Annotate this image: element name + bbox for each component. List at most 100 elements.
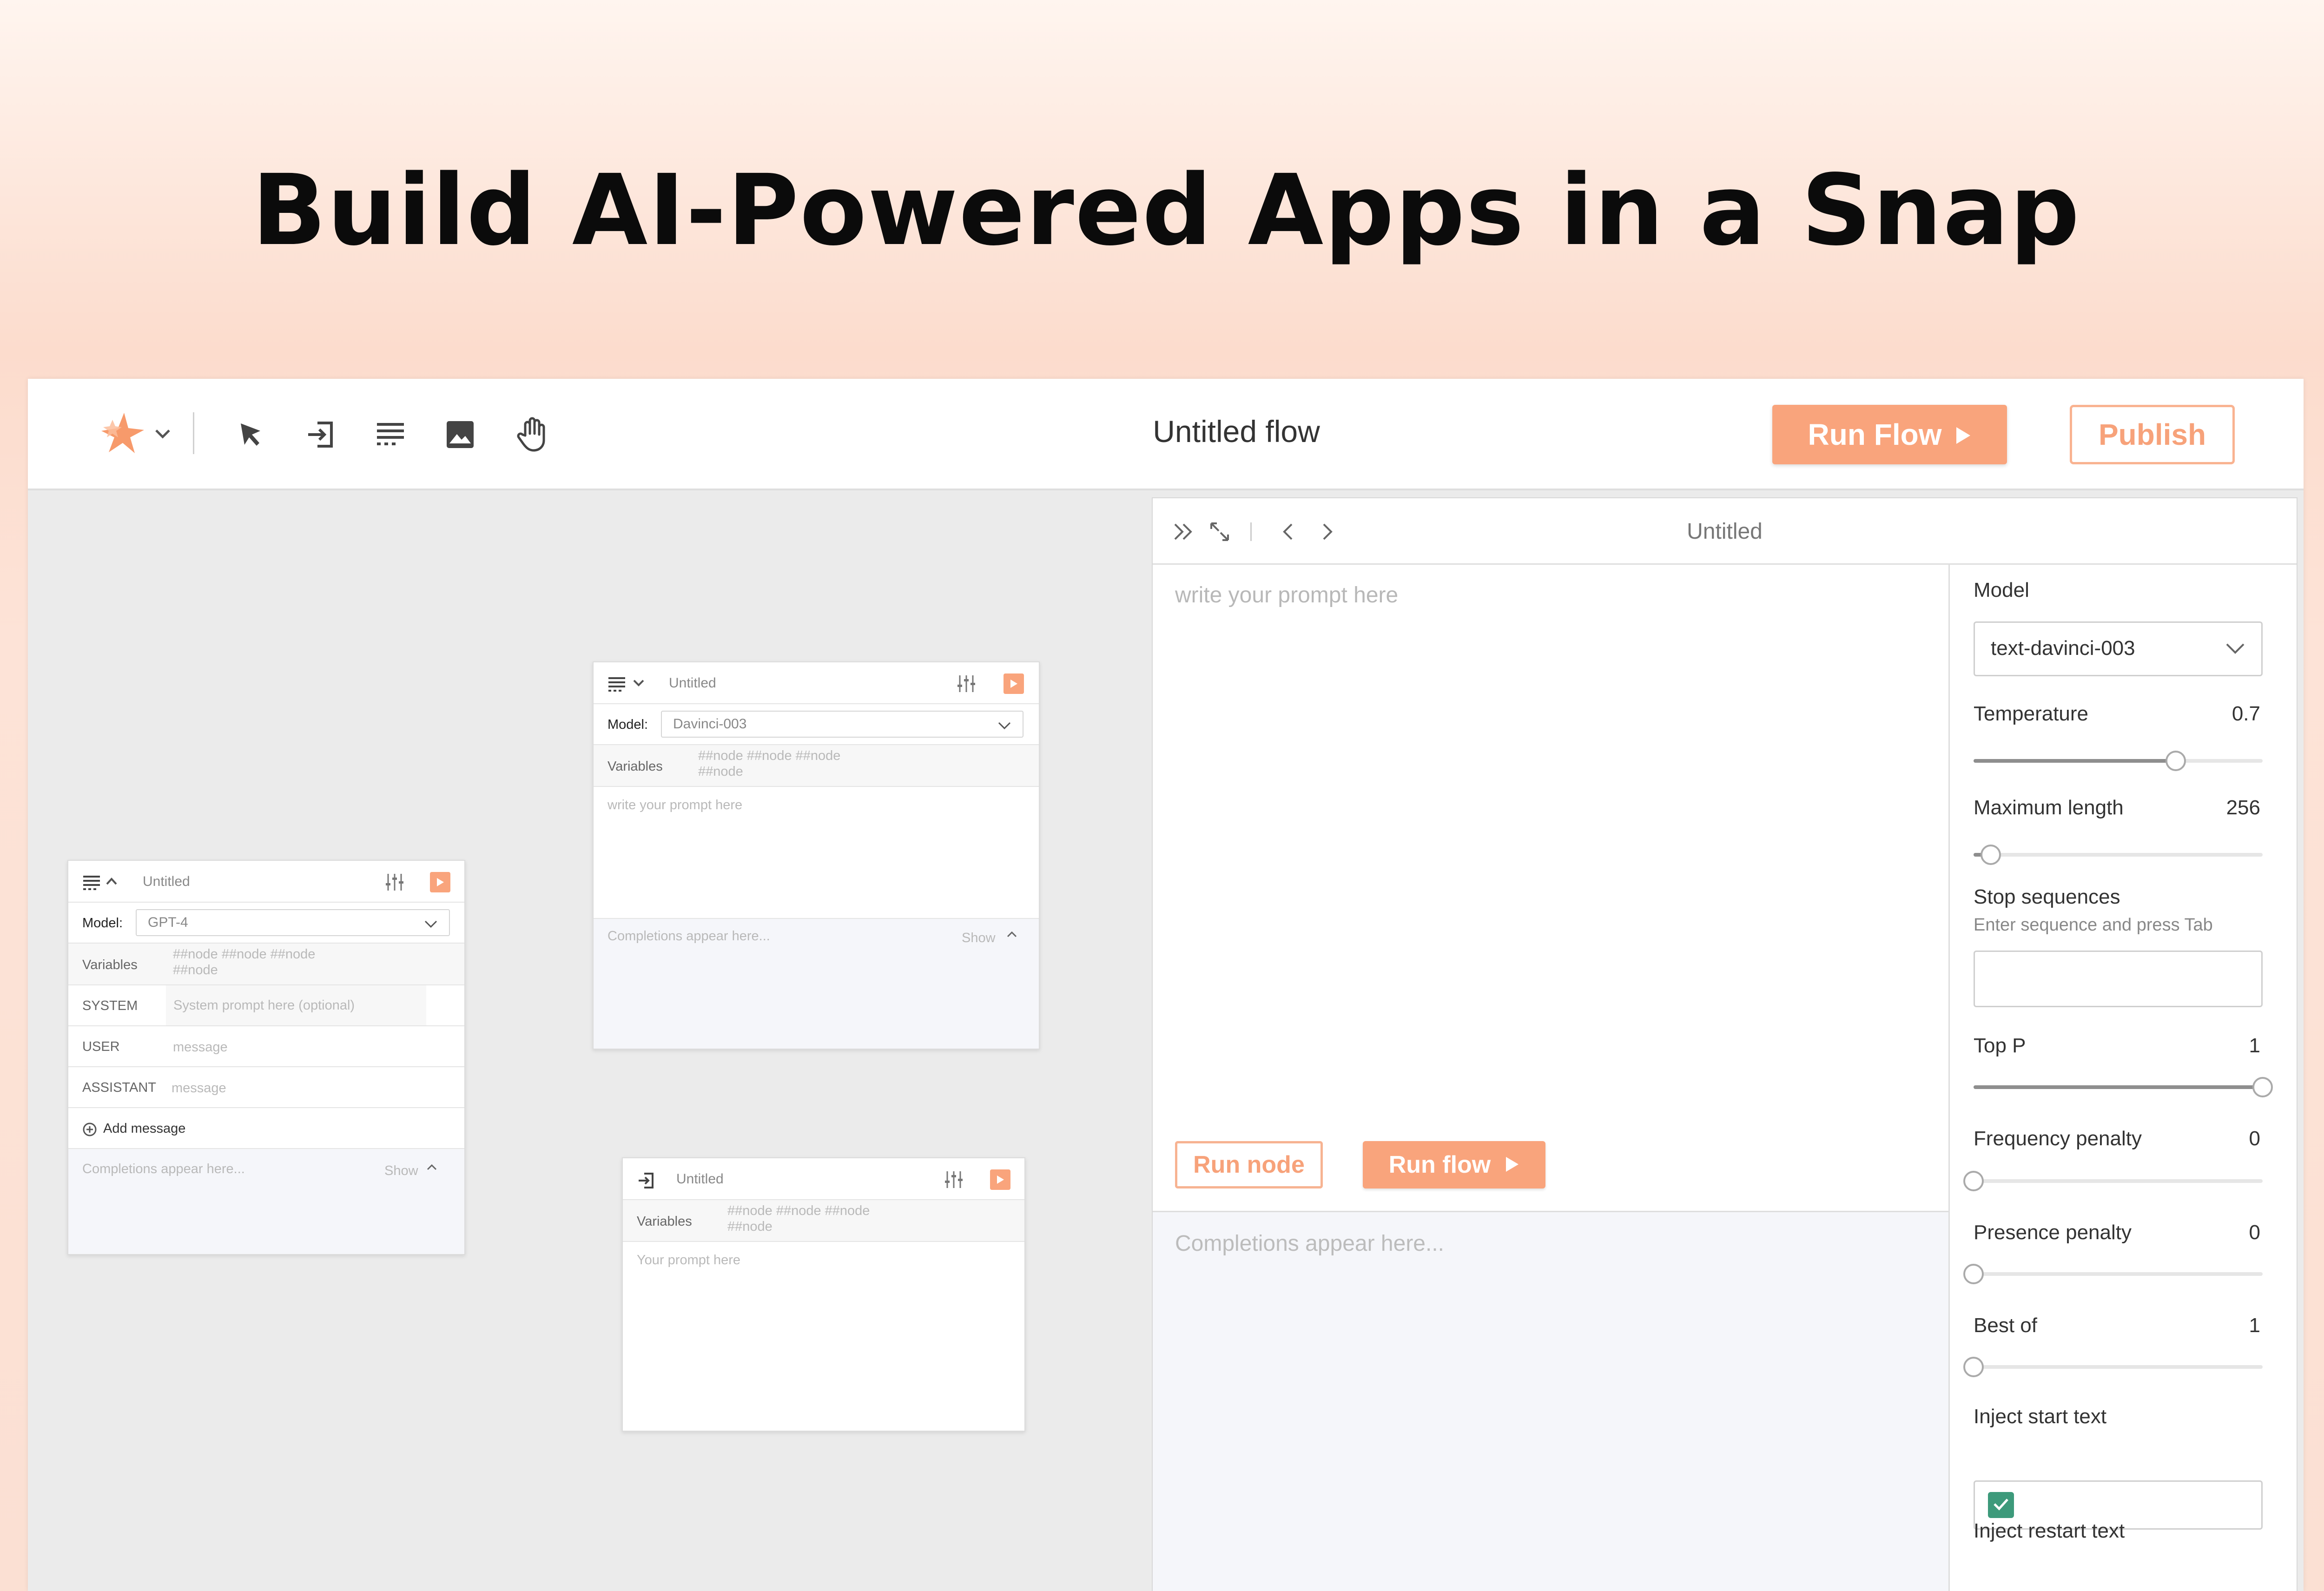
presence-penalty-label: Presence penalty <box>1974 1221 2132 1244</box>
completion-node-title[interactable]: Untitled <box>669 675 716 691</box>
prompt-placeholder: write your prompt here <box>607 798 743 812</box>
toolbar-separator <box>193 412 194 454</box>
temperature-slider-thumb[interactable] <box>2166 751 2186 771</box>
frequency-penalty-slider[interactable] <box>1963 1171 2263 1191</box>
run-node-play-icon[interactable] <box>1004 673 1024 694</box>
temperature-value[interactable]: 0.7 <box>2232 702 2260 726</box>
sliders-icon[interactable] <box>384 872 405 895</box>
chevron-down-icon[interactable] <box>633 678 645 690</box>
variables-row: Variables ##node ##node ##node ##node <box>623 1200 1024 1242</box>
app-window: Untitled flow Run Flow Publish Untitled … <box>28 379 2304 1591</box>
presence-penalty-value[interactable]: 0 <box>2249 1221 2260 1244</box>
assistant-label: ASSISTANT <box>82 1080 156 1095</box>
inject-restart-label: Inject restart text <box>1974 1519 2125 1542</box>
best-of-label: Best of <box>1974 1314 2037 1337</box>
system-row: SYSTEM System prompt here (optional) <box>68 985 464 1026</box>
max-length-value[interactable]: 256 <box>2226 796 2260 819</box>
variables-row: Variables ##node ##node ##node ##node <box>594 745 1039 787</box>
variables-placeholder-2[interactable]: ##node <box>727 1219 772 1235</box>
cursor-icon[interactable] <box>232 416 270 453</box>
chevron-down-icon <box>997 719 1011 735</box>
top-p-slider-thumb[interactable] <box>2252 1077 2273 1097</box>
completions-placeholder: Completions appear here... <box>82 1162 245 1176</box>
best-of-slider[interactable] <box>1963 1357 2263 1377</box>
max-length-slider[interactable] <box>1974 845 2263 865</box>
completion-node-header[interactable]: Untitled <box>594 662 1039 704</box>
completions-area: Completions appear here... <box>1153 1211 1950 1591</box>
add-message-row[interactable]: Add message <box>68 1108 464 1149</box>
chevron-up-icon[interactable] <box>1006 930 1017 941</box>
chat-node-header[interactable]: Untitled <box>68 861 464 903</box>
model-select[interactable]: text-davinci-003 <box>1974 621 2263 676</box>
system-prompt-input[interactable]: System prompt here (optional) <box>166 985 426 1025</box>
variables-placeholder-2[interactable]: ##node <box>698 764 743 779</box>
model-select[interactable]: Davinci-003 <box>661 711 1023 738</box>
flow-title[interactable]: Untitled flow <box>1064 414 1408 449</box>
variables-placeholder[interactable]: ##node ##node ##node <box>698 748 840 764</box>
top-p-value[interactable]: 1 <box>2249 1034 2260 1057</box>
image-icon[interactable] <box>442 416 479 453</box>
prompt-editor[interactable]: write your prompt here Run node Run flow <box>1153 565 1950 1211</box>
logo-menu[interactable] <box>95 411 174 458</box>
variables-placeholder[interactable]: ##node ##node ##node <box>727 1203 870 1219</box>
chat-node[interactable]: Untitled Model: GPT-4 Variables ##node #… <box>67 860 465 1255</box>
max-length-slider-thumb[interactable] <box>1981 845 2001 865</box>
settings-sidebar: Model text-davinci-003 Temperature 0.7 M… <box>1951 565 2297 1591</box>
inject-start-checkbox[interactable] <box>1988 1492 2014 1518</box>
model-select-value: GPT-4 <box>148 915 188 930</box>
assistant-message-input[interactable]: message <box>172 1080 226 1096</box>
prompt-textarea[interactable]: write your prompt here <box>594 787 1039 918</box>
prompt-textarea[interactable]: Your prompt here <box>623 1242 1024 1431</box>
stop-sequences-label: Stop sequences <box>1974 885 2120 908</box>
variables-placeholder-2[interactable]: ##node <box>173 962 218 978</box>
temperature-slider[interactable] <box>1974 751 2263 771</box>
show-toggle[interactable]: Show <box>384 1163 418 1179</box>
input-node[interactable]: Untitled Variables ##node ##node ##node … <box>622 1157 1025 1432</box>
completion-node[interactable]: Untitled Model: Davinci-003 Variables ##… <box>593 661 1040 1050</box>
panel-header: Untitled <box>1153 498 2297 565</box>
stop-sequences-input[interactable] <box>1974 951 2263 1007</box>
prompt-node-icon[interactable] <box>372 416 409 453</box>
top-p-slider[interactable] <box>1974 1077 2273 1097</box>
sliders-icon[interactable] <box>944 1169 964 1192</box>
variables-label: Variables <box>637 1214 692 1229</box>
panel-title[interactable]: Untitled <box>1153 519 2297 544</box>
input-node-icon[interactable] <box>302 416 339 453</box>
sparkle-logo-icon <box>99 410 150 459</box>
best-of-slider-thumb[interactable] <box>1963 1357 1984 1377</box>
run-node-button[interactable]: Run node <box>1175 1141 1323 1188</box>
frequency-penalty-slider-thumb[interactable] <box>1963 1171 1984 1191</box>
input-node-icon <box>637 1171 655 1192</box>
hand-icon[interactable] <box>514 414 551 456</box>
system-label: SYSTEM <box>82 998 138 1013</box>
completions-placeholder: Completions appear here... <box>607 929 770 944</box>
inject-start-label: Inject start text <box>1974 1405 2107 1428</box>
user-row: USER message <box>68 1026 464 1067</box>
user-label: USER <box>82 1039 120 1054</box>
run-flow-button[interactable]: Run flow <box>1363 1141 1545 1188</box>
presence-penalty-slider-thumb[interactable] <box>1963 1264 1984 1284</box>
chat-node-title[interactable]: Untitled <box>143 874 190 890</box>
model-select-value: Davinci-003 <box>673 716 747 732</box>
input-node-title[interactable]: Untitled <box>676 1171 724 1187</box>
add-message-button[interactable]: Add message <box>103 1121 185 1136</box>
variables-placeholder[interactable]: ##node ##node ##node <box>173 946 315 962</box>
input-node-header[interactable]: Untitled <box>623 1158 1024 1200</box>
chevron-up-icon[interactable] <box>106 877 118 888</box>
best-of-value[interactable]: 1 <box>2249 1314 2260 1337</box>
user-message-input[interactable]: message <box>173 1039 228 1055</box>
show-toggle[interactable]: Show <box>962 930 996 946</box>
presence-penalty-slider[interactable] <box>1963 1264 2263 1284</box>
run-node-play-icon[interactable] <box>430 872 450 892</box>
play-icon <box>1505 1151 1519 1179</box>
chevron-up-icon[interactable] <box>426 1163 437 1174</box>
frequency-penalty-value[interactable]: 0 <box>2249 1127 2260 1150</box>
chevron-down-icon <box>424 918 438 933</box>
sliders-icon[interactable] <box>956 673 977 696</box>
publish-button[interactable]: Publish <box>2070 405 2235 464</box>
model-select[interactable]: GPT-4 <box>136 909 450 936</box>
assistant-row: ASSISTANT message <box>68 1067 464 1108</box>
completions-placeholder: Completions appear here... <box>1175 1231 1444 1256</box>
run-node-play-icon[interactable] <box>990 1169 1010 1190</box>
run-flow-button[interactable]: Run Flow <box>1772 405 2007 464</box>
